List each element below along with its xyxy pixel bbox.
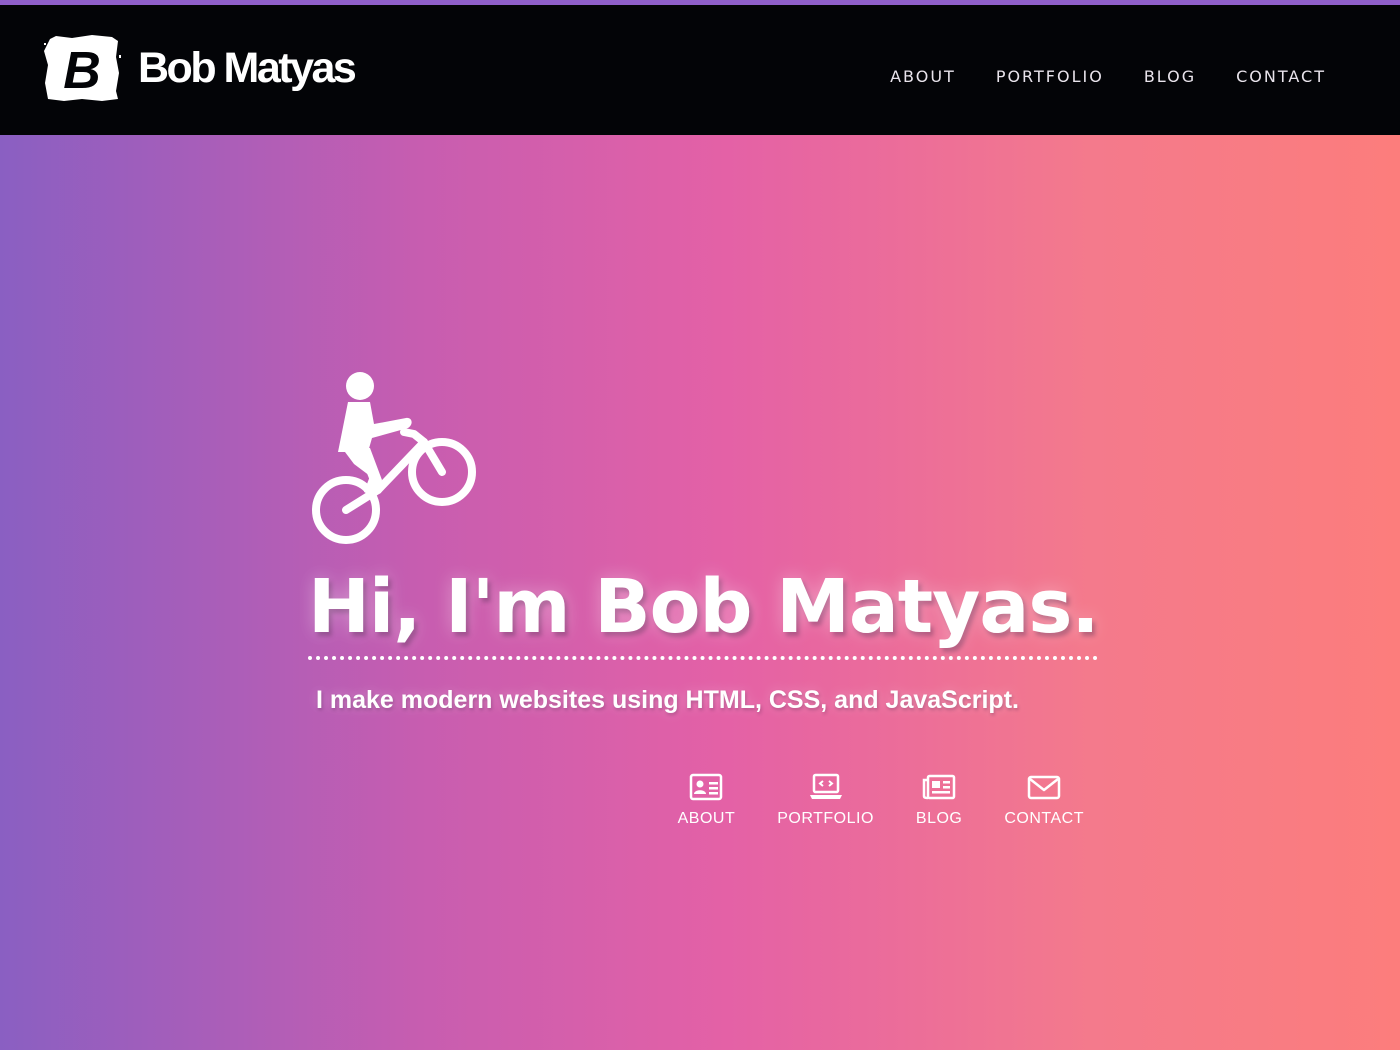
nav-link-blog[interactable]: BLOG <box>1144 67 1196 87</box>
quick-link-contact[interactable]: CONTACT <box>1004 772 1084 828</box>
brand-home-link[interactable]: B Bob Matyas <box>42 33 357 103</box>
hero-subtitle: I make modern websites using HTML, CSS, … <box>316 686 1019 714</box>
cyclist-icon <box>312 372 476 544</box>
site-header: B Bob Matyas ABOUT PORTFOLIO BLOG CONTAC… <box>0 5 1400 135</box>
logo-letter: B <box>63 42 101 100</box>
hero-title: Hi, I'm Bob Matyas. <box>308 564 1099 660</box>
quick-link-portfolio[interactable]: PORTFOLIO <box>777 772 874 828</box>
nav-link-contact[interactable]: CONTACT <box>1236 67 1326 87</box>
nav-link-portfolio[interactable]: PORTFOLIO <box>996 67 1104 87</box>
main-nav: ABOUT PORTFOLIO BLOG CONTACT <box>850 67 1326 87</box>
quick-links: ABOUT PORTFOLIO BLOG CONTACT <box>678 772 1084 828</box>
quick-link-label: BLOG <box>915 810 963 827</box>
logo-icon: B <box>44 35 121 101</box>
hero-section: Hi, I'm Bob Matyas. I make modern websit… <box>308 368 1099 715</box>
brand-name: Bob Matyas <box>138 43 357 92</box>
nav-link-about[interactable]: ABOUT <box>890 67 956 87</box>
id-card-icon <box>690 773 723 801</box>
quick-link-label: CONTACT <box>1004 810 1084 827</box>
envelope-icon <box>1027 775 1061 800</box>
quick-link-about[interactable]: ABOUT <box>678 772 736 828</box>
quick-link-label: ABOUT <box>677 810 736 827</box>
newspaper-icon <box>922 774 956 800</box>
laptop-code-icon <box>809 773 842 799</box>
page: B Bob Matyas ABOUT PORTFOLIO BLOG CONTAC… <box>0 0 1400 1050</box>
quick-link-label: PORTFOLIO <box>777 810 874 827</box>
quick-link-blog[interactable]: BLOG <box>916 772 962 828</box>
